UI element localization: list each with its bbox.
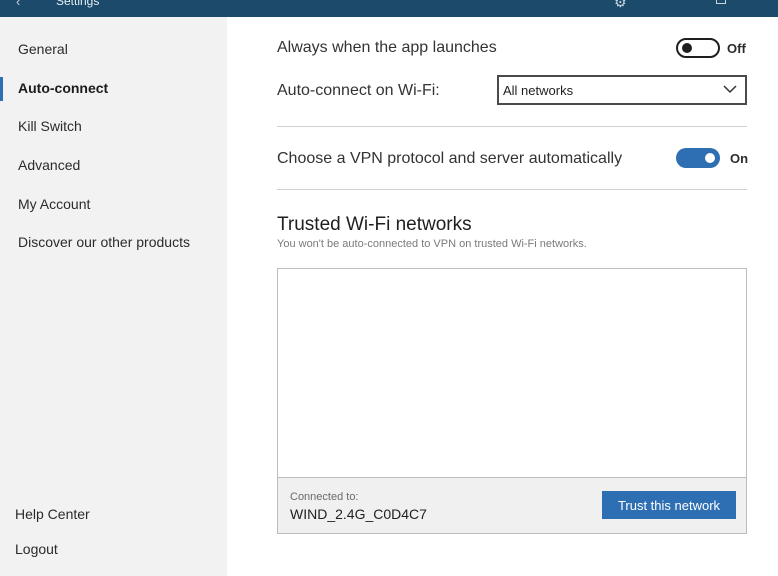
trusted-networks-list[interactable] (278, 269, 746, 477)
divider (277, 189, 747, 190)
connected-network-footer: Connected to: WIND_2.4G_C0D4C7 Trust thi… (278, 477, 746, 533)
title-bar: ‹ Settings ⚙ (0, 0, 778, 17)
trusted-networks-title: Trusted Wi-Fi networks (277, 214, 472, 235)
sidebar-item-my-account[interactable]: My Account (18, 196, 90, 212)
help-center-link[interactable]: Help Center (15, 506, 90, 522)
sidebar-item-auto-connect[interactable]: Auto-connect (18, 80, 108, 96)
sidebar: General Auto-connect Kill Switch Advance… (0, 17, 227, 576)
connected-network-name: WIND_2.4G_C0D4C7 (290, 506, 427, 522)
wifi-autoconnect-label: Auto-connect on Wi-Fi: (277, 82, 440, 99)
trusted-networks-panel: Connected to: WIND_2.4G_C0D4C7 Trust thi… (277, 268, 747, 534)
divider (277, 126, 747, 127)
protocol-auto-label: Choose a VPN protocol and server automat… (277, 150, 623, 167)
protocol-auto-toggle[interactable] (676, 148, 720, 168)
sidebar-item-kill-switch[interactable]: Kill Switch (18, 118, 82, 134)
sidebar-item-discover-products[interactable]: Discover our other products (18, 234, 190, 250)
main-content: Always when the app launches Off Auto-co… (227, 17, 778, 576)
chevron-down-icon (723, 85, 737, 94)
protocol-toggle-state: On (730, 151, 749, 166)
connected-to-label: Connected to: (290, 491, 359, 503)
sidebar-item-advanced[interactable]: Advanced (18, 157, 80, 173)
launch-toggle-state: Off (727, 41, 746, 56)
toggle-knob (682, 43, 692, 53)
toggle-knob (705, 153, 715, 163)
sidebar-item-general[interactable]: General (18, 41, 68, 57)
wifi-select-value: All networks (503, 83, 574, 98)
gear-icon[interactable]: ⚙ (614, 0, 627, 11)
window-title: Settings (56, 0, 100, 8)
logout-link[interactable]: Logout (15, 541, 58, 557)
maximize-icon[interactable] (716, 0, 726, 4)
launch-autoconnect-label: Always when the app launches (277, 39, 497, 56)
active-indicator (0, 77, 3, 101)
back-arrow-icon[interactable]: ‹ (16, 0, 20, 9)
launch-autoconnect-toggle[interactable] (676, 38, 720, 58)
trust-network-button[interactable]: Trust this network (602, 491, 736, 519)
wifi-network-select[interactable]: All networks (497, 75, 747, 105)
trusted-networks-subtitle: You won't be auto-connected to VPN on tr… (277, 238, 587, 250)
